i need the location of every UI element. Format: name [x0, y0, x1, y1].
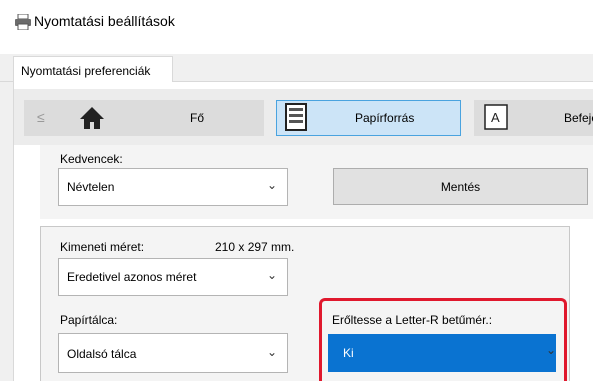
output-size-value: 210 x 297 mm.	[215, 240, 295, 254]
main-tab-label: Fő	[190, 111, 205, 125]
chevron-down-icon[interactable]: ⌄	[546, 343, 556, 357]
save-button-label: Mentés	[440, 180, 481, 194]
window-title: Nyomtatási beállítások	[34, 13, 175, 29]
paper-tray-select[interactable]: Oldalsó tálca ⌄	[58, 333, 288, 373]
home-icon	[80, 107, 104, 129]
paper-tray-label: Papírtálca:	[60, 313, 118, 327]
chevron-down-icon: ⌄	[266, 345, 277, 359]
back-button[interactable]: ≤	[24, 100, 60, 136]
finishing-tab-label: Befeje	[564, 111, 593, 125]
back-label: ≤	[37, 109, 45, 125]
scrollbar-track[interactable]	[583, 226, 593, 381]
tab-print-preferences[interactable]: Nyomtatási preferenciák	[13, 56, 173, 83]
favorites-value: Névtelen	[67, 180, 115, 194]
favorites-select[interactable]: Névtelen ⌄	[58, 168, 288, 206]
letter-r-selected: Ki	[343, 346, 354, 360]
chevron-down-icon: ⌄	[266, 178, 277, 192]
chevron-down-icon: ⌄	[266, 268, 277, 282]
finishing-icon: A	[484, 104, 508, 130]
output-size-select[interactable]: Eredetivel azonos méret ⌄	[58, 258, 288, 296]
favorites-label: Kedvencek:	[60, 152, 123, 166]
output-size-selected: Eredetivel azonos méret	[67, 270, 197, 284]
paper-source-tab-label: Papírforrás	[355, 111, 415, 125]
printer-icon	[15, 14, 31, 30]
paper-tray-selected: Oldalsó tálca	[67, 347, 137, 361]
letter-r-label: Erőltesse a Letter-R betűmér.:	[332, 313, 493, 327]
paper-tray-icon	[285, 103, 307, 131]
svg-text:A: A	[491, 110, 500, 125]
letter-r-select[interactable]: Ki	[328, 334, 556, 372]
tab-label: Nyomtatási preferenciák	[21, 64, 151, 78]
save-button[interactable]: Mentés	[333, 168, 588, 205]
output-size-label: Kimeneti méret:	[60, 240, 145, 254]
